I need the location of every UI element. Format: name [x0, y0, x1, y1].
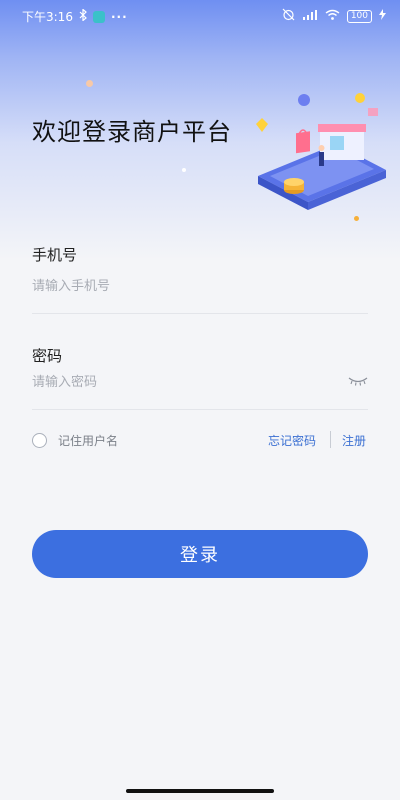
home-indicator[interactable] — [126, 789, 274, 793]
battery-icon: 100 — [346, 9, 372, 23]
phone-label: 手机号 — [32, 246, 78, 264]
decorative-dot — [86, 80, 93, 87]
shopping-illustration — [256, 93, 386, 210]
status-time: 下午3:16 — [22, 10, 73, 24]
status-bar: 下午3:16 ··· 100 — [0, 0, 400, 32]
register-link[interactable]: 注册 — [342, 432, 366, 449]
remember-username-radio[interactable] — [32, 433, 47, 448]
shield-app-icon — [92, 10, 105, 23]
phone-divider — [32, 313, 368, 314]
phone-input[interactable] — [32, 275, 368, 297]
password-label: 密码 — [32, 347, 63, 365]
decorative-dot — [182, 168, 186, 172]
signal-icon — [302, 9, 318, 24]
wifi-icon — [325, 9, 340, 24]
page-title: 欢迎登录商户平台 — [32, 118, 232, 146]
remember-username-label: 记住用户名 — [58, 434, 119, 448]
alarm-off-icon — [282, 8, 295, 24]
status-bar-right: 100 — [282, 8, 386, 24]
forgot-password-link[interactable]: 忘记密码 — [268, 432, 316, 449]
more-notifications-icon: ··· — [110, 9, 128, 24]
status-bar-left: 下午3:16 ··· — [22, 8, 128, 25]
login-button[interactable]: 登录 — [32, 530, 368, 578]
password-input[interactable] — [32, 371, 332, 393]
eye-closed-icon[interactable] — [348, 372, 368, 386]
charging-icon — [379, 9, 386, 23]
link-separator — [330, 431, 331, 448]
password-divider — [32, 409, 368, 410]
bluetooth-icon — [79, 8, 87, 24]
